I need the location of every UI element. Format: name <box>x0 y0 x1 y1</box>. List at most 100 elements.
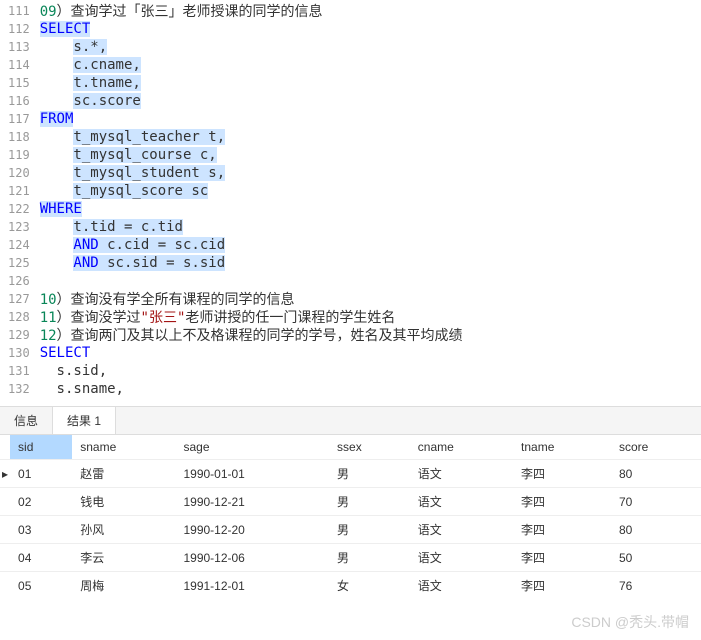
code-line[interactable]: SELECT <box>40 344 701 362</box>
cell[interactable]: 男 <box>329 460 410 488</box>
cell[interactable]: 50 <box>611 544 701 572</box>
code-token: s.sid, <box>40 363 107 379</box>
cell[interactable]: 李云 <box>72 544 175 572</box>
cell[interactable]: 男 <box>329 516 410 544</box>
cell[interactable]: 语文 <box>410 460 513 488</box>
cell[interactable]: 钱电 <box>72 488 175 516</box>
cell[interactable]: 70 <box>611 488 701 516</box>
code-token: FROM <box>40 111 74 127</box>
cell[interactable]: 语文 <box>410 516 513 544</box>
code-token <box>40 183 74 199</box>
code-token: SELECT <box>40 21 91 37</box>
code-token: 09 <box>40 4 57 20</box>
cell[interactable]: 1990-12-21 <box>175 488 329 516</box>
col-header-sage[interactable]: sage <box>175 435 329 460</box>
code-line[interactable]: 11）查询没学过"张三"老师讲授的任一门课程的学生姓名 <box>40 308 701 326</box>
code-line[interactable]: AND c.cid = sc.cid <box>40 236 701 254</box>
cell[interactable]: 李四 <box>513 488 611 516</box>
code-area[interactable]: 09）查询学过「张三」老师授课的同学的信息SELECT s.*, c.cname… <box>40 0 701 400</box>
cell[interactable]: 语文 <box>410 544 513 572</box>
cell[interactable]: 1990-01-01 <box>175 460 329 488</box>
code-token: 查询两门及其以上不及格课程的同学的学号，姓名及其平均成绩 <box>71 327 463 343</box>
code-editor[interactable]: 1111121131141151161171181191201211221231… <box>0 0 701 400</box>
code-line[interactable]: sc.score <box>40 92 701 110</box>
code-line[interactable]: SELECT <box>40 20 701 38</box>
code-line[interactable]: t_mysql_course c, <box>40 146 701 164</box>
code-line[interactable]: s.*, <box>40 38 701 56</box>
line-number: 125 <box>8 254 30 272</box>
cell[interactable]: 语文 <box>410 488 513 516</box>
cell[interactable]: 01 <box>10 460 72 488</box>
cell[interactable]: 1991-12-01 <box>175 572 329 600</box>
code-token <box>40 237 74 253</box>
cell[interactable]: 李四 <box>513 544 611 572</box>
tab-result[interactable]: 结果 1 <box>53 407 116 434</box>
code-token: t_mysql_teacher t, <box>73 129 225 145</box>
table-row[interactable]: ▸01赵雷1990-01-01男语文李四80 <box>0 460 701 488</box>
code-line[interactable]: t_mysql_teacher t, <box>40 128 701 146</box>
cell[interactable]: 02 <box>10 488 72 516</box>
cell[interactable]: 周梅 <box>72 572 175 600</box>
line-number: 115 <box>8 74 30 92</box>
cell[interactable]: 男 <box>329 544 410 572</box>
cell[interactable]: 80 <box>611 516 701 544</box>
code-token <box>40 255 74 271</box>
col-header-score[interactable]: score <box>611 435 701 460</box>
code-token: SELECT <box>40 345 91 361</box>
col-header-sname[interactable]: sname <box>72 435 175 460</box>
col-header-tname[interactable]: tname <box>513 435 611 460</box>
cell[interactable]: 赵雷 <box>72 460 175 488</box>
results-tabs: 信息结果 1 <box>0 406 701 435</box>
results-table[interactable]: sidsnamesagessexcnametnamescore▸01赵雷1990… <box>0 435 701 599</box>
code-line[interactable]: s.sname, <box>40 380 701 398</box>
col-header-cname[interactable]: cname <box>410 435 513 460</box>
cell[interactable]: 04 <box>10 544 72 572</box>
code-line[interactable]: WHERE <box>40 200 701 218</box>
code-line[interactable]: t.tname, <box>40 74 701 92</box>
code-token: ） <box>57 292 71 308</box>
code-token <box>40 75 74 91</box>
tab-info[interactable]: 信息 <box>0 407 53 434</box>
cell[interactable]: 男 <box>329 488 410 516</box>
col-header-sid[interactable]: sid <box>10 435 72 460</box>
cell[interactable]: 女 <box>329 572 410 600</box>
code-line[interactable]: 12）查询两门及其以上不及格课程的同学的学号，姓名及其平均成绩 <box>40 326 701 344</box>
code-line[interactable]: c.cname, <box>40 56 701 74</box>
table-row[interactable]: 02钱电1990-12-21男语文李四70 <box>0 488 701 516</box>
code-token: sc.sid = s.sid <box>99 255 225 271</box>
code-token: AND <box>73 237 98 253</box>
code-line[interactable]: FROM <box>40 110 701 128</box>
cell[interactable]: 李四 <box>513 516 611 544</box>
table-row[interactable]: 04李云1990-12-06男语文李四50 <box>0 544 701 572</box>
col-header-ssex[interactable]: ssex <box>329 435 410 460</box>
cell[interactable]: 孙风 <box>72 516 175 544</box>
line-number: 128 <box>8 308 30 326</box>
cell[interactable]: 1990-12-20 <box>175 516 329 544</box>
code-line[interactable]: 10）查询没有学全所有课程的同学的信息 <box>40 290 701 308</box>
code-line[interactable]: 09）查询学过「张三」老师授课的同学的信息 <box>40 2 701 20</box>
cell[interactable]: 1990-12-06 <box>175 544 329 572</box>
cell[interactable]: 80 <box>611 460 701 488</box>
code-line[interactable]: t_mysql_score sc <box>40 182 701 200</box>
cell[interactable]: 李四 <box>513 460 611 488</box>
table-row[interactable]: 03孙风1990-12-20男语文李四80 <box>0 516 701 544</box>
code-line[interactable] <box>40 272 701 290</box>
code-token <box>40 129 74 145</box>
row-indicator <box>0 544 10 572</box>
code-token: WHERE <box>40 201 82 217</box>
cell[interactable]: 76 <box>611 572 701 600</box>
cell[interactable]: 05 <box>10 572 72 600</box>
code-token <box>40 219 74 235</box>
code-line[interactable]: AND sc.sid = s.sid <box>40 254 701 272</box>
cell[interactable]: 李四 <box>513 572 611 600</box>
code-token: t_mysql_score sc <box>73 183 208 199</box>
code-line[interactable]: t_mysql_student s, <box>40 164 701 182</box>
code-line[interactable]: s.sid, <box>40 362 701 380</box>
table-row[interactable]: 05周梅1991-12-01女语文李四76 <box>0 572 701 600</box>
row-indicator <box>0 516 10 544</box>
cell[interactable]: 03 <box>10 516 72 544</box>
code-token: ） <box>57 310 71 326</box>
code-line[interactable]: t.tid = c.tid <box>40 218 701 236</box>
cell[interactable]: 语文 <box>410 572 513 600</box>
code-token <box>40 93 74 109</box>
